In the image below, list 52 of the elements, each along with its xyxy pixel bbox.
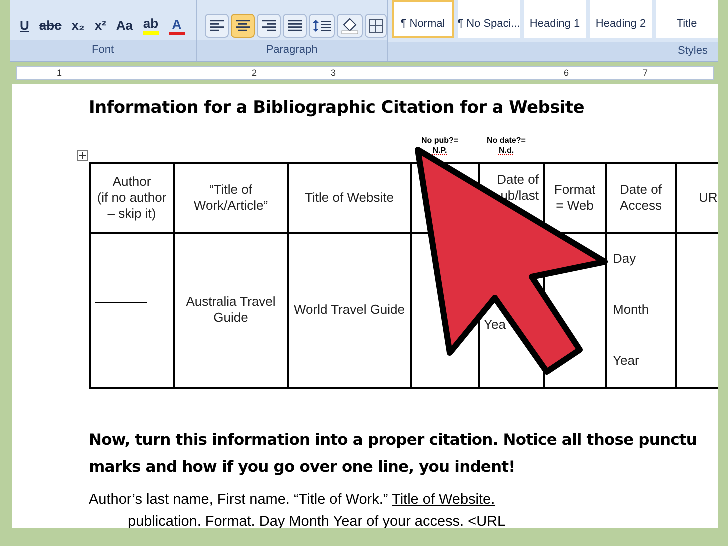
font-color-button[interactable]: A — [167, 15, 187, 37]
table-cell-text: Month — [613, 302, 650, 318]
style-item[interactable]: Heading 1 — [524, 0, 586, 38]
line-spacing-button[interactable] — [309, 14, 335, 38]
group-label: Styles — [678, 44, 708, 60]
strikethrough-button[interactable]: abc — [37, 15, 64, 37]
table-cell-text: Year — [613, 353, 640, 369]
column-header: “Title of Work/Article” — [174, 162, 288, 232]
ruler-number: 1 — [57, 67, 62, 79]
ruler-number: 3 — [331, 67, 336, 79]
column-header: Author (if no author – skip it) — [90, 162, 174, 232]
line-spacing-icon — [313, 19, 331, 33]
ruler-number: 2 — [252, 67, 258, 79]
paint-bucket-icon — [341, 18, 359, 34]
underline-button[interactable]: U — [18, 15, 32, 37]
format-button[interactable]: x₂ — [70, 15, 87, 37]
format-button[interactable]: x² — [92, 15, 108, 37]
style-item[interactable]: ¶ No Spaci... — [458, 0, 520, 38]
instruction-text: Now, turn this information into a proper citation. Notice all those punctu marks and how if you go over one line, you indent! — [89, 430, 698, 478]
align-center-button[interactable] — [231, 14, 255, 38]
table-cell: Australia Travel Guide — [174, 232, 288, 388]
justify-icon — [287, 19, 303, 33]
style-item[interactable]: Title — [656, 0, 718, 38]
align-center-icon — [235, 19, 251, 33]
website-title: Title of Website. — [392, 492, 496, 508]
column-header: UR — [676, 162, 718, 232]
justify-button[interactable] — [283, 14, 307, 38]
table-cell: World Travel Guide — [288, 232, 411, 388]
align-left-button[interactable] — [205, 14, 229, 38]
align-left-icon — [209, 19, 225, 33]
column-header: Date of Access — [606, 162, 676, 232]
move-handle-icon[interactable] — [77, 150, 88, 160]
column-header: Title of Website — [288, 162, 411, 232]
style-item[interactable]: Heading 2 — [590, 0, 652, 38]
format-button[interactable]: Aa — [114, 15, 135, 37]
borders-icon — [369, 19, 383, 33]
shading-button[interactable] — [337, 14, 363, 38]
group-label: Paragraph — [266, 43, 318, 58]
ruler-number: 6 — [564, 67, 570, 79]
highlight-button[interactable]: ab — [141, 15, 161, 37]
style-item[interactable]: ¶ Normal — [392, 0, 454, 38]
table-note: No date?= N.d. — [486, 136, 527, 156]
document-heading: Information for a Bibliographic Citation for a Website — [89, 97, 586, 120]
align-right-button[interactable] — [257, 14, 281, 38]
align-right-icon — [261, 19, 277, 33]
ruler-number: 7 — [643, 67, 648, 79]
table-note: No pub?= N.P. — [420, 136, 460, 156]
group-label: Font — [92, 43, 114, 58]
table-cell-text: Day — [613, 251, 638, 267]
borders-button[interactable] — [365, 14, 387, 38]
citation-text: Author’s last name, First name. “Title of Work.” — [89, 492, 390, 508]
blank-line — [95, 302, 147, 303]
